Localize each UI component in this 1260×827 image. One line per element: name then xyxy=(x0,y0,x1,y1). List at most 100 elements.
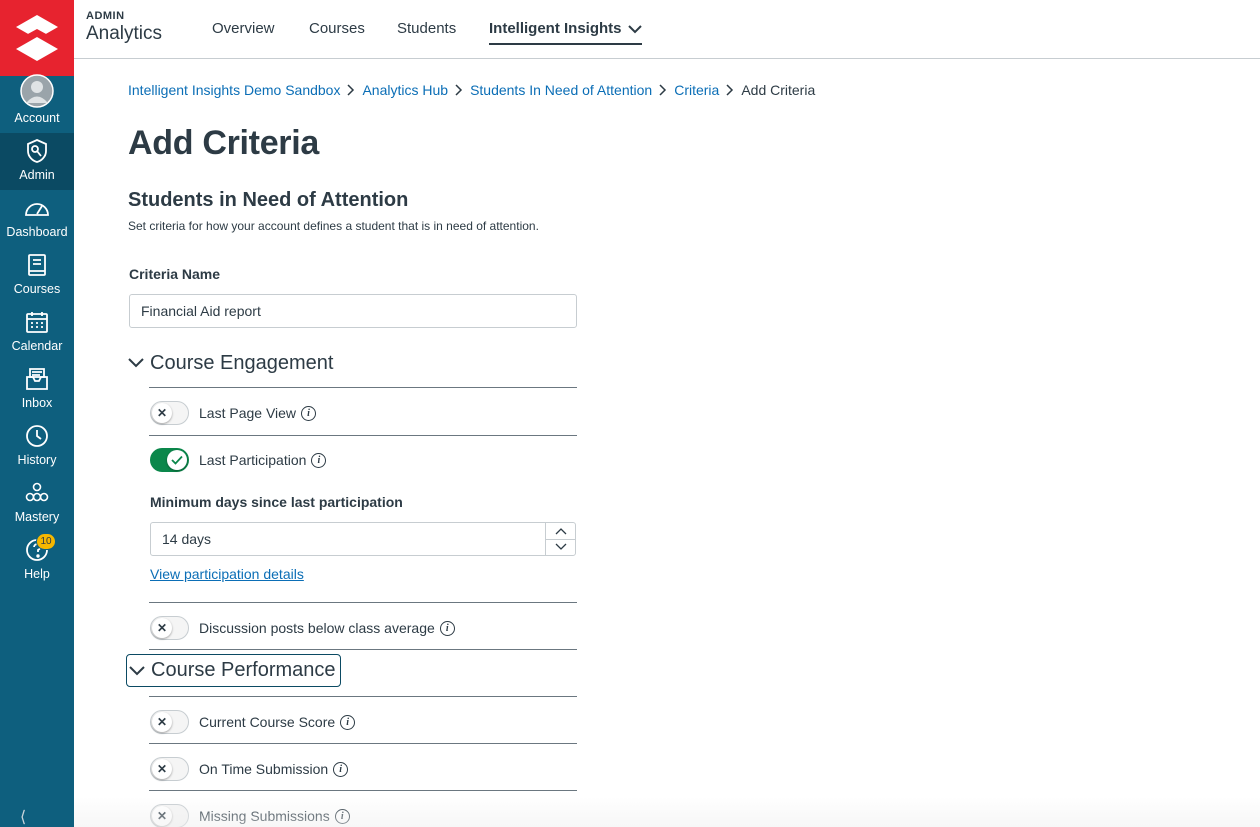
breadcrumb: Intelligent Insights Demo Sandbox Analyt… xyxy=(128,82,815,98)
collapse-nav-icon[interactable]: ⟨ xyxy=(20,807,26,827)
nav-history[interactable]: History xyxy=(0,418,74,475)
dashboard-icon xyxy=(23,194,51,222)
current-score-toggle[interactable]: ✕ xyxy=(150,710,189,734)
app-brand: ADMIN Analytics xyxy=(86,10,163,44)
nav-dashboard-label: Dashboard xyxy=(6,225,68,239)
discussion-posts-row: ✕ Discussion posts below class average i xyxy=(150,615,455,641)
missing-toggle[interactable]: ✕ xyxy=(150,804,189,827)
breadcrumb-analytics-hub[interactable]: Analytics Hub xyxy=(362,82,448,98)
check-icon xyxy=(167,450,187,470)
breadcrumb-sandbox[interactable]: Intelligent Insights Demo Sandbox xyxy=(128,82,340,98)
brand-name: Analytics xyxy=(86,23,163,44)
chevron-right-icon xyxy=(340,84,362,96)
info-icon[interactable]: i xyxy=(301,405,317,421)
chevron-right-icon xyxy=(652,84,674,96)
decrement-button[interactable] xyxy=(546,538,575,556)
last-page-view-label: Last Page View xyxy=(199,405,297,421)
calendar-icon xyxy=(23,308,51,336)
nav-courses-label: Courses xyxy=(13,282,61,296)
nav-inbox[interactable]: Inbox xyxy=(0,361,74,418)
nav-account[interactable]: Account xyxy=(0,74,74,133)
tab-overview[interactable]: Overview xyxy=(212,20,275,37)
on-time-label: On Time Submission xyxy=(199,761,329,777)
tab-intelligent-insights[interactable]: Intelligent Insights xyxy=(489,20,642,45)
criteria-name-input[interactable]: Financial Aid report xyxy=(129,294,577,328)
last-participation-label: Last Participation xyxy=(199,452,307,468)
x-icon: ✕ xyxy=(152,403,172,423)
breadcrumb-criteria[interactable]: Criteria xyxy=(674,82,719,98)
chevron-up-icon xyxy=(555,527,566,535)
mastery-icon xyxy=(23,479,51,507)
courses-icon xyxy=(23,251,51,279)
course-performance-title: Course Performance xyxy=(151,659,336,681)
admin-shield-icon xyxy=(23,137,51,165)
nav-mastery-label: Mastery xyxy=(14,510,60,524)
nav-inbox-label: Inbox xyxy=(21,396,53,410)
tab-courses[interactable]: Courses xyxy=(309,20,365,37)
course-performance-toggle[interactable]: Course Performance xyxy=(126,654,341,687)
info-icon[interactable]: i xyxy=(439,620,455,636)
course-engagement-toggle[interactable]: Course Engagement xyxy=(126,347,337,379)
chevron-right-icon xyxy=(719,84,741,96)
on-time-toggle[interactable]: ✕ xyxy=(150,757,189,781)
info-icon[interactable]: i xyxy=(340,714,356,730)
history-icon xyxy=(23,422,51,450)
nav-help[interactable]: 10 Help xyxy=(0,532,74,589)
x-icon: ✕ xyxy=(152,759,172,779)
chevron-down-icon xyxy=(555,543,566,551)
chevron-right-icon xyxy=(448,84,470,96)
section-description: Set criteria for how your account define… xyxy=(128,219,539,233)
divider xyxy=(149,435,577,436)
stepper-arrows xyxy=(545,523,575,555)
x-icon: ✕ xyxy=(152,806,172,826)
min-days-value[interactable]: 14 days xyxy=(151,523,545,555)
last-participation-row: Last Participation i xyxy=(150,447,327,473)
nav-admin[interactable]: Admin xyxy=(0,133,74,190)
brand-admin-label: ADMIN xyxy=(86,10,125,22)
current-score-row: ✕ Current Course Score i xyxy=(150,709,356,735)
last-page-view-row: ✕ Last Page View i xyxy=(150,400,317,426)
info-icon[interactable]: i xyxy=(333,761,349,777)
discussion-posts-toggle[interactable]: ✕ xyxy=(150,616,189,640)
missing-label: Missing Submissions xyxy=(199,808,330,824)
nav-dashboard[interactable]: Dashboard xyxy=(0,190,74,247)
tab-students[interactable]: Students xyxy=(397,20,456,37)
inbox-icon xyxy=(23,365,51,393)
chevron-down-icon xyxy=(627,24,642,33)
info-icon[interactable]: i xyxy=(334,808,350,824)
divider xyxy=(149,649,577,650)
chevron-down-icon xyxy=(128,358,144,368)
on-time-row: ✕ On Time Submission i xyxy=(150,756,349,782)
canvas-logo[interactable] xyxy=(0,0,74,76)
course-engagement-title: Course Engagement xyxy=(150,351,334,374)
breadcrumb-students-attention[interactable]: Students In Need of Attention xyxy=(470,82,652,98)
x-icon: ✕ xyxy=(152,712,172,732)
nav-admin-label: Admin xyxy=(19,168,55,182)
divider xyxy=(149,387,577,388)
nav-calendar[interactable]: Calendar xyxy=(0,304,74,361)
current-score-label: Current Course Score xyxy=(199,714,336,730)
divider xyxy=(149,743,577,744)
divider xyxy=(149,696,577,697)
nav-calendar-label: Calendar xyxy=(11,339,63,353)
avatar-icon xyxy=(20,74,54,108)
breadcrumb-current: Add Criteria xyxy=(741,82,816,98)
min-days-stepper[interactable]: 14 days xyxy=(150,522,576,556)
increment-button[interactable] xyxy=(546,523,575,539)
top-bar: ADMIN Analytics Overview Courses Student… xyxy=(74,0,1260,59)
nav-mastery[interactable]: Mastery xyxy=(0,475,74,532)
nav-account-label: Account xyxy=(14,111,60,125)
view-participation-details-link[interactable]: View participation details xyxy=(150,566,304,582)
section-title: Students in Need of Attention xyxy=(128,189,409,211)
divider xyxy=(149,602,577,603)
last-participation-toggle[interactable] xyxy=(150,448,189,472)
tab-intelligent-insights-label: Intelligent Insights xyxy=(489,20,622,37)
page-title: Add Criteria xyxy=(128,124,319,162)
criteria-name-label: Criteria Name xyxy=(129,266,221,282)
nav-history-label: History xyxy=(17,453,57,467)
nav-courses[interactable]: Courses xyxy=(0,247,74,304)
last-page-view-toggle[interactable]: ✕ xyxy=(150,401,189,425)
info-icon[interactable]: i xyxy=(311,452,327,468)
nav-help-label: Help xyxy=(24,567,50,581)
min-days-label: Minimum days since last participation xyxy=(150,494,403,510)
